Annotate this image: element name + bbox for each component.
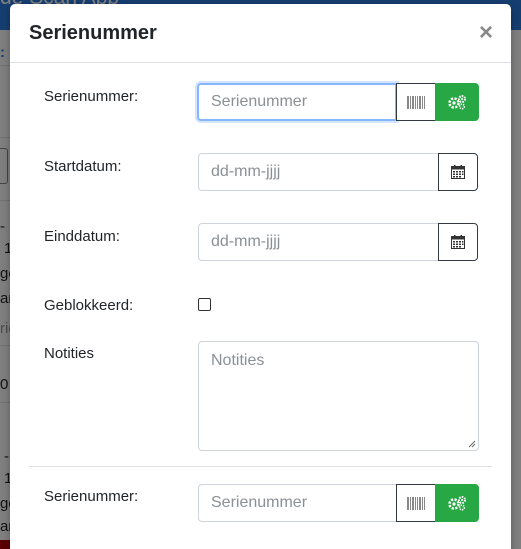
- modal-header: Serienummer ×: [10, 4, 511, 63]
- barcode-icon: [407, 496, 425, 510]
- serienummer-modal: Serienummer × Serienummer: Serienummer S…: [10, 4, 511, 549]
- serienummer-label: Serienummer:: [44, 88, 139, 105]
- startdatum-label: Startdatum:: [44, 158, 122, 175]
- geblokkeerd-checkbox[interactable]: [198, 298, 211, 311]
- notities-placeholder: Notities: [211, 352, 265, 369]
- resize-handle-icon[interactable]: [468, 440, 476, 448]
- generate-serienummer-button[interactable]: [435, 83, 479, 121]
- serienummer2-input[interactable]: Serienummer: [198, 484, 397, 522]
- cogs-icon: [448, 95, 466, 110]
- serienummer2-label: Serienummer:: [44, 488, 139, 505]
- startdatum-calendar-button[interactable]: [438, 153, 478, 191]
- barcode-scan-button-2[interactable]: [396, 484, 436, 522]
- barcode-icon: [407, 95, 425, 109]
- close-icon: ×: [478, 19, 493, 46]
- startdatum-input[interactable]: dd-mm-jjjj: [198, 153, 439, 191]
- close-button[interactable]: ×: [479, 21, 493, 45]
- calendar-icon: [451, 235, 465, 249]
- calendar-icon: [451, 165, 465, 179]
- generate-serienummer-button-2[interactable]: [435, 484, 479, 522]
- notities-textarea[interactable]: Notities: [198, 341, 479, 451]
- modal-title: Serienummer: [29, 21, 157, 44]
- notities-label: Notities: [44, 345, 95, 362]
- section-divider: [29, 466, 492, 467]
- barcode-scan-button[interactable]: [396, 83, 436, 121]
- einddatum-input[interactable]: dd-mm-jjjj: [198, 223, 439, 261]
- serienummer-input[interactable]: Serienummer: [197, 83, 397, 121]
- einddatum-label: Einddatum:: [44, 228, 120, 245]
- einddatum-calendar-button[interactable]: [438, 223, 478, 261]
- cogs-icon: [448, 496, 466, 511]
- geblokkeerd-label: Geblokkeerd:: [44, 297, 134, 314]
